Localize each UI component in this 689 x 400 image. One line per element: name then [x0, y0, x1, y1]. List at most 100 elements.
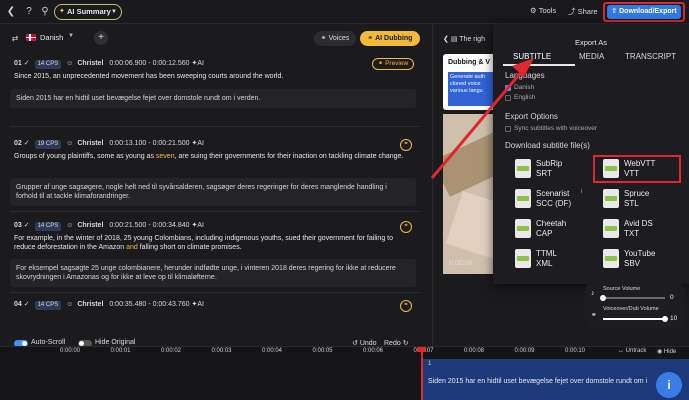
timeline-tick: 0:00:09	[514, 348, 535, 354]
app-window: ❮ ? ⚲ ✦ AI Summary ▼ ⚙ Tools ⤴ Share ⇧ D…	[0, 0, 689, 400]
segment-original-text[interactable]: For example, in the winter of 2018, 25 y…	[14, 234, 414, 252]
cps-badge: 14 CPS	[34, 60, 62, 69]
ai-label[interactable]: AI	[197, 60, 204, 67]
auto-scroll-label: Auto-Scroll	[31, 339, 66, 346]
start-time[interactable]: 0:00:21.500	[109, 222, 146, 229]
english-option[interactable]: English	[514, 94, 535, 101]
voices-button[interactable]: ⚭ Voices	[314, 31, 356, 46]
promo-card[interactable]: Dubbing & V Generate auth cloned voice v…	[443, 54, 499, 110]
format-srt[interactable]: SubRip SRT	[507, 157, 587, 181]
ai-summary-button[interactable]: ✦ AI Summary ▼	[54, 4, 122, 20]
tab-underline	[503, 64, 575, 66]
segment-original-text[interactable]: Groups of young plaintiffs, some as youn…	[14, 152, 414, 161]
format-cap[interactable]: Cheetah CAP	[507, 217, 587, 241]
chevron-down-icon[interactable]: ▼	[68, 33, 74, 39]
danish-checkbox[interactable]	[505, 85, 511, 91]
start-time[interactable]: 0:00:35.480	[109, 301, 146, 308]
track-number: 1	[428, 361, 432, 367]
end-time[interactable]: 0:00:34.840	[153, 222, 190, 229]
timeline-tick: 0:00:08	[464, 348, 485, 354]
format-xml[interactable]: TTML XML	[507, 247, 587, 271]
headphones-icon[interactable]: ⚭	[400, 139, 412, 151]
format-sbv[interactable]: YouTube SBV	[595, 247, 675, 271]
chevron-left-icon[interactable]: ❮	[443, 36, 449, 43]
speaker-name[interactable]: Christel	[77, 60, 103, 67]
speaker-name[interactable]: Christel	[77, 140, 103, 147]
segment-translation-text[interactable]: For eksempel sagsøgte 25 unge colombiane…	[10, 259, 416, 287]
format-txt[interactable]: Avid DS TXT	[595, 217, 675, 241]
tab-media[interactable]: MEDIA	[579, 52, 604, 61]
hide-button[interactable]: ◉ Hide	[657, 348, 676, 355]
sync-checkbox[interactable]	[505, 126, 511, 132]
share-button[interactable]: ⤴ Share	[568, 6, 598, 17]
end-time[interactable]: 0:00:12.560	[153, 60, 190, 67]
timeline[interactable]: 0:00:00 0:00:01 0:00:02 0:00:03 0:00:04 0:00:…	[0, 346, 689, 400]
segment-original-text[interactable]: Since 2015, an unprecedented movement ha…	[14, 72, 414, 81]
file-tag	[605, 226, 617, 231]
headphones-icon[interactable]: ⚭	[400, 221, 412, 233]
voiceover-volume-thumb[interactable]	[662, 316, 668, 322]
file-tag	[605, 256, 617, 261]
translate-icon[interactable]: ⇄	[8, 32, 22, 46]
untrack-label: Untrack	[625, 348, 647, 354]
headphones-icon[interactable]: ⚭	[400, 300, 412, 312]
text-part: Groups of young plaintiffs, some as youn…	[14, 153, 156, 160]
tab-transcript[interactable]: TRANSCRIPT	[625, 52, 676, 61]
segment-header: 02 ✓ 19 CPS ☺ Christel 0:00:13.100 - 0:0…	[14, 140, 204, 149]
help-button[interactable]: ?	[22, 5, 36, 19]
end-time[interactable]: 0:00:21.500	[153, 140, 190, 147]
segment-number: 01	[14, 60, 22, 67]
export-title: Export As	[574, 38, 608, 47]
volume-panel: ♪ Source Volume 0 ⚭ Voiceover/Dub Volume…	[585, 283, 685, 327]
languages-heading: Languages	[505, 71, 545, 80]
timeline-ruler[interactable]: 0:00:00 0:00:01 0:00:02 0:00:03 0:00:04 0:00:…	[0, 347, 689, 357]
panel-header: ❮ ▤ The righ	[443, 35, 485, 43]
add-language-button[interactable]: +	[94, 31, 108, 45]
download-export-button[interactable]: ⇧ Download/Export	[607, 5, 681, 19]
speaker-icon: ♪	[591, 290, 595, 297]
tab-subtitle[interactable]: SUBTITLE	[513, 52, 551, 61]
ai-dubbing-button[interactable]: ⚭ AI Dubbing	[360, 31, 420, 46]
voices-label: Voices	[328, 35, 350, 42]
text-part: , are suing their governments for their …	[174, 153, 404, 160]
source-volume-slider[interactable]	[603, 297, 665, 299]
ai-label[interactable]: AI	[197, 222, 204, 229]
timeline-tick: 0:00:00	[60, 348, 81, 354]
end-time[interactable]: 0:00:43.760	[153, 301, 190, 308]
format-stl[interactable]: Spruce STL	[595, 187, 675, 211]
preview-button[interactable]: ⚭ Preview	[372, 58, 414, 70]
timeline-tick: 0:00:05	[312, 348, 333, 354]
untrack-button[interactable]: ↔ Untrack	[618, 348, 646, 354]
source-volume-thumb[interactable]	[600, 295, 606, 301]
english-checkbox[interactable]	[505, 95, 511, 101]
danish-option[interactable]: Danish	[514, 84, 534, 91]
start-time[interactable]: 0:00:06.900	[109, 60, 146, 67]
segment-translation-text[interactable]: Grupper af unge sagsøgere, nogle helt ne…	[10, 178, 416, 206]
help-chat-button[interactable]: i	[656, 372, 682, 398]
divider	[10, 292, 420, 293]
file-icon	[515, 249, 531, 268]
format-ext: STL	[624, 199, 639, 208]
format-name: Scenarist	[536, 189, 570, 198]
search-icon[interactable]: ⚲	[38, 5, 52, 19]
export-options-heading: Export Options	[505, 112, 558, 121]
upload-icon: ⇧	[611, 8, 618, 15]
segment-translation-text[interactable]: Siden 2015 har en hidtil uset bevægelse …	[10, 89, 416, 108]
file-icon	[515, 189, 531, 208]
format-scc[interactable]: Scenarist SCC (DF) i	[507, 187, 587, 211]
sync-option[interactable]: Sync subtitles with voiceover	[514, 125, 597, 132]
track-subtitle-text[interactable]: Siden 2015 har en hidtil uset bevægelse …	[428, 378, 647, 385]
file-tag	[605, 196, 617, 201]
speaker-name[interactable]: Christel	[77, 222, 103, 229]
start-time[interactable]: 0:00:13.100	[109, 140, 146, 147]
ai-label[interactable]: AI	[197, 140, 204, 147]
language-select[interactable]: Danish	[40, 33, 63, 42]
share-icon: ⤴	[568, 7, 576, 16]
download-export-label: Download/Export	[619, 8, 677, 15]
playhead[interactable]	[421, 347, 423, 400]
back-arrow-icon[interactable]: ❮	[4, 5, 18, 19]
tools-button[interactable]: ⚙ Tools	[530, 6, 556, 15]
ai-label[interactable]: AI	[197, 301, 204, 308]
speaker-name[interactable]: Christel	[77, 301, 103, 308]
info-icon[interactable]: i	[581, 189, 582, 195]
